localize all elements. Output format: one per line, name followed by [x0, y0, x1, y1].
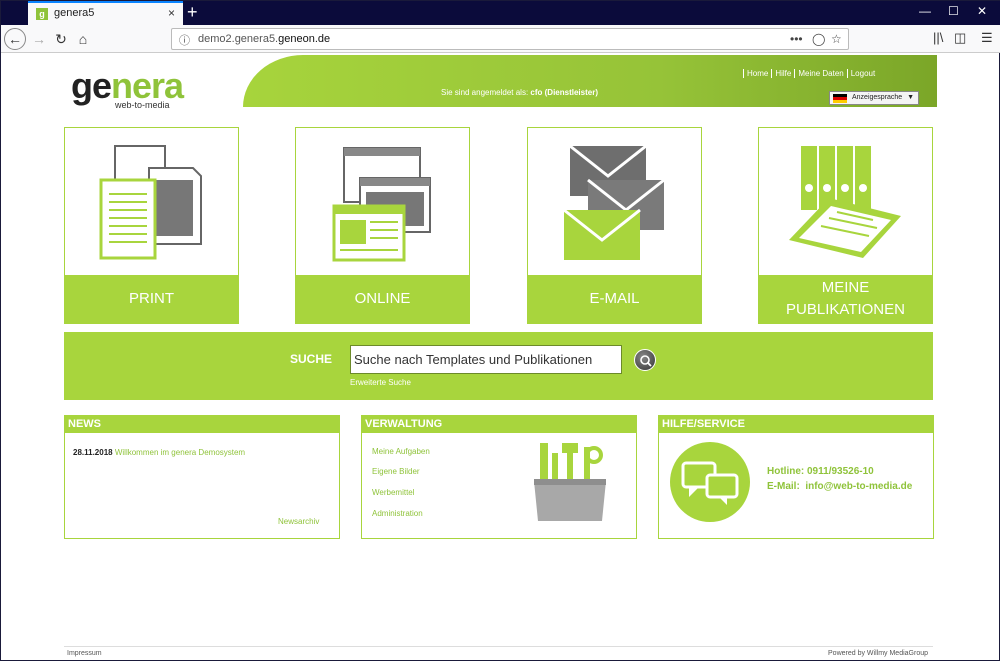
favicon-icon: g: [36, 8, 48, 20]
email-link[interactable]: info@web-to-media.de: [805, 481, 912, 492]
login-status: Sie sind angemeldet als: cfo (Dienstleis…: [441, 88, 598, 97]
logo-wordmark: genera: [71, 68, 184, 104]
link-hilfe[interactable]: Hilfe: [771, 69, 795, 78]
tab-bar: g genera5 × + — ☐ ✕: [1, 1, 1000, 25]
hotline-label: Hotline:: [767, 466, 805, 477]
url-domain: geneon.de: [278, 33, 331, 45]
forward-arrow-icon[interactable]: →: [29, 29, 49, 49]
link-werbemittel[interactable]: Werbemittel: [372, 488, 415, 497]
language-label: Anzeigesprache: [852, 94, 903, 101]
sidebar-icon[interactable]: ◫: [954, 30, 966, 46]
link-meine-aufgaben[interactable]: Meine Aufgaben: [372, 447, 430, 456]
url-bar[interactable]: ⓘ demo2.genera5.geneon.de ••• ◯ ☆: [171, 28, 849, 50]
top-links: Home Hilfe Meine Daten Logout: [743, 69, 879, 78]
news-date: 28.11.2018: [73, 448, 113, 457]
reload-icon[interactable]: ↻: [51, 29, 71, 49]
page-content: genera web-to-media Sie sind angemeldet …: [1, 54, 1000, 661]
tile-label: ONLINE: [296, 275, 469, 323]
genera-logo[interactable]: genera web-to-media: [71, 68, 184, 111]
link-meine-daten[interactable]: Meine Daten: [794, 69, 847, 78]
new-tab-button[interactable]: +: [187, 2, 198, 22]
hotline-number[interactable]: 0911/93526-10: [807, 466, 874, 477]
tile-email[interactable]: E-MAIL: [527, 127, 702, 324]
news-item: 28.11.2018 Willkommen im genera Demosyst…: [73, 448, 245, 457]
menu-icon[interactable]: ☰: [981, 30, 993, 46]
email-envelopes-icon: [563, 144, 665, 260]
browser-window: g genera5 × + — ☐ ✕ ← → ↻ ⌂ ⓘ demo2.gene…: [0, 0, 1000, 661]
news-title: NEWS: [65, 416, 339, 433]
news-panel: NEWS 28.11.2018 Willkommen im genera Dem…: [64, 415, 340, 539]
publications-binders-icon: [789, 146, 901, 258]
back-arrow-icon[interactable]: ←: [4, 28, 26, 50]
logo-ge: ge: [71, 65, 112, 106]
link-administration[interactable]: Administration: [372, 509, 423, 518]
tile-label: MEINE PUBLIKATIONEN: [759, 275, 932, 323]
login-prefix: Sie sind angemeldet als:: [441, 88, 529, 97]
tab-title: genera5: [54, 7, 95, 19]
email-label: E-Mail:: [767, 481, 800, 492]
search-section: SUCHE Erweiterte Suche: [64, 332, 933, 400]
browser-tab[interactable]: g genera5 ×: [28, 1, 183, 25]
library-icon[interactable]: ||\: [933, 30, 943, 45]
impressum-link[interactable]: Impressum: [67, 650, 102, 657]
language-select[interactable]: Anzeigesprache ▼: [829, 91, 919, 105]
news-link[interactable]: Willkommen im genera Demosystem: [115, 448, 245, 457]
print-documents-icon: [99, 145, 202, 260]
tile-label: E-MAIL: [528, 275, 701, 323]
tile-meine-publikationen[interactable]: MEINE PUBLIKATIONEN: [758, 127, 933, 324]
email-row: E-Mail: info@web-to-media.de: [767, 479, 912, 494]
newsarchiv-link[interactable]: Newsarchiv: [278, 517, 319, 526]
maximize-icon[interactable]: ☐: [948, 4, 959, 18]
tab-close-icon[interactable]: ×: [168, 6, 175, 20]
bookmark-star-icon[interactable]: ☆: [831, 32, 842, 46]
link-home[interactable]: Home: [743, 69, 772, 78]
toolbox-icon: [534, 443, 606, 521]
hotline-row: Hotline: 0911/93526-10: [767, 464, 912, 479]
url-prefix: demo2.genera5.: [198, 33, 279, 45]
caret-down-icon: ▼: [907, 94, 914, 101]
tile-print[interactable]: PRINT: [64, 127, 239, 324]
nav-bar: ← → ↻ ⌂ ⓘ demo2.genera5.geneon.de ••• ◯ …: [1, 25, 1000, 53]
hilfe-panel: HILFE/SERVICE Hotline: 0911/93526-10 E-M…: [658, 415, 934, 539]
link-logout[interactable]: Logout: [846, 69, 879, 78]
tile-label: PRINT: [65, 275, 238, 323]
search-input[interactable]: [350, 345, 622, 374]
url-text[interactable]: demo2.genera5.geneon.de: [198, 33, 330, 45]
info-icon[interactable]: ⓘ: [179, 32, 190, 48]
window-close-icon[interactable]: ✕: [977, 4, 987, 18]
chat-bubbles-icon: [670, 442, 750, 522]
link-eigene-bilder[interactable]: Eigene Bilder: [372, 467, 420, 476]
tile-online[interactable]: ONLINE: [295, 127, 470, 324]
page-actions-icon[interactable]: •••: [790, 32, 803, 46]
search-button-icon[interactable]: [634, 349, 656, 371]
home-icon[interactable]: ⌂: [73, 29, 93, 49]
search-label: SUCHE: [290, 352, 333, 366]
footer: Impressum Powered by Willmy MediaGroup: [64, 646, 933, 657]
online-windows-icon: [332, 147, 431, 262]
hilfe-title: HILFE/SERVICE: [659, 416, 933, 433]
logo-tagline: web-to-media: [115, 100, 170, 110]
login-user: cfo (Dienstleister): [530, 88, 598, 97]
pocket-icon[interactable]: ◯: [812, 32, 825, 46]
powered-by-text: Powered by Willmy MediaGroup: [828, 650, 928, 657]
verwaltung-panel: VERWALTUNG Meine Aufgaben Eigene Bilder …: [361, 415, 637, 539]
contact-info: Hotline: 0911/93526-10 E-Mail: info@web-…: [767, 464, 912, 494]
magnifier-icon: [640, 355, 652, 367]
minimize-icon[interactable]: —: [919, 4, 931, 18]
header-banner: Sie sind angemeldet als: cfo (Dienstleis…: [243, 55, 937, 107]
verwaltung-title: VERWALTUNG: [362, 416, 636, 433]
german-flag-icon: [833, 94, 847, 103]
advanced-search-link[interactable]: Erweiterte Suche: [350, 378, 411, 387]
